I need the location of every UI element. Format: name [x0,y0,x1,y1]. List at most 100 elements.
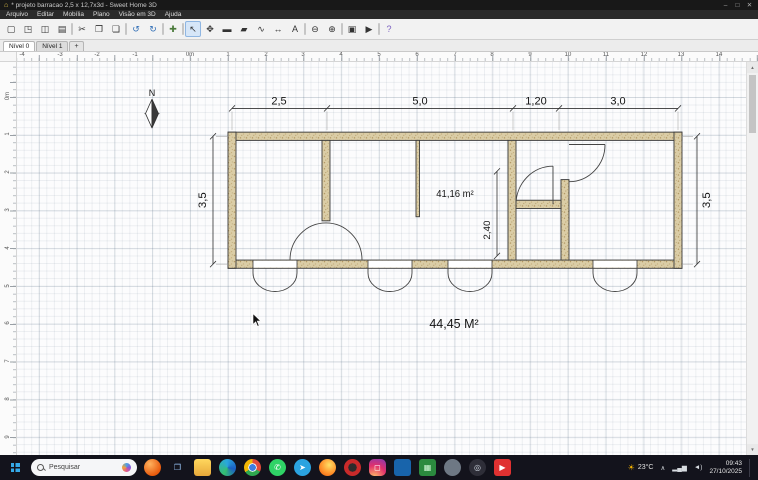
dimension-label-1-20: 1,20 [525,95,546,107]
dimension-label-left-3-5: 3,5 [197,192,209,208]
menu-ajuda[interactable]: Ajuda [165,11,182,18]
show-desktop-button[interactable] [749,459,752,477]
plan-canvas[interactable]: N [17,62,746,455]
taskbar-app-game[interactable] [144,459,161,476]
search-icon [37,464,45,472]
add-level-button[interactable]: + [69,41,83,51]
undo-button[interactable]: ↺ [128,21,144,37]
floor-plan[interactable]: N [17,62,746,455]
level-tab-0[interactable]: Nível 0 [3,41,35,51]
paste-button[interactable]: ❏ [108,21,124,37]
vertical-scroll-thumb[interactable] [749,75,756,133]
menu-visao-3d[interactable]: Visão em 3D [119,11,156,18]
taskbar-app-telegram[interactable]: ➤ [294,459,311,476]
open-button[interactable]: ◳ [20,21,36,37]
level-tab-1[interactable]: Nível 1 [36,41,68,51]
help-button[interactable]: ? [381,21,397,37]
dimension-lines[interactable] [210,105,700,267]
save-button[interactable]: ◫ [37,21,53,37]
taskbar-app-explorer[interactable] [194,459,211,476]
new-home-button[interactable]: ▢ [3,21,19,37]
taskbar-app-firefox[interactable] [319,459,336,476]
doors[interactable] [253,145,637,292]
taskbar-app-gray[interactable] [444,459,461,476]
dimension-label-2-40: 2,40 [482,221,493,240]
ruler-row: -4-3-2-10m1234567891011121314 [0,52,758,62]
vertical-scrollbar[interactable]: ▲ ▼ [746,62,758,455]
toolbar: ▢ ◳ ◫ ▤ ✂ ❐ ❏ ↺ ↻ [0,19,758,40]
mouse-cursor [253,314,261,327]
menu-plano[interactable]: Plano [93,11,110,18]
taskbar-app-blue[interactable] [394,459,411,476]
menu-mobilia[interactable]: Mobília [63,11,84,18]
dimension-label-5-0: 5,0 [412,95,427,107]
room-area-label: 41,16 m² [436,189,474,200]
taskbar-apps: ❒ ✆ ➤ ◻ ▦ ◎ [144,459,511,476]
taskbar-app-whatsapp[interactable]: ✆ [269,459,286,476]
clock-time: 09:43 [709,460,742,468]
taskbar-app-green[interactable]: ▦ [419,459,436,476]
taskbar-app-edge[interactable] [219,459,236,476]
close-button[interactable]: ✕ [745,1,754,9]
scroll-down-arrow[interactable]: ▼ [747,444,758,455]
ruler-corner [0,52,17,62]
menu-editar[interactable]: Editar [37,11,54,18]
window-title: * projeto barracao 2,5 x 12,7x3d - Sweet… [11,2,718,9]
taskbar-search[interactable]: Pesquisar [31,459,137,476]
horizontal-ruler: -4-3-2-10m1234567891011121314 [17,52,758,62]
toolbar-separator [162,23,164,35]
hidden-icons-chevron[interactable]: ∧ [660,464,665,472]
create-video-button[interactable]: ▶ [361,21,377,37]
scroll-up-arrow[interactable]: ▲ [747,62,758,73]
title-bar[interactable]: ⌂ * projeto barracao 2,5 x 12,7x3d - Swe… [0,0,758,10]
zoom-in-button[interactable]: ⊕ [324,21,340,37]
level-tabs: Nível 0 Nível 1 + [0,40,758,52]
print-button[interactable]: ▤ [54,21,70,37]
app-icon: ⌂ [4,2,8,9]
menu-arquivo[interactable]: Arquivo [6,11,28,18]
network-icon[interactable]: ▂▄▆ [672,464,687,472]
taskbar-app-red[interactable]: ▶ [494,459,511,476]
menu-bar: Arquivo Editar Mobília Plano Visão em 3D Ajud… [0,10,758,19]
taskbar-app-obs[interactable]: ◎ [469,459,486,476]
dimension-label-3-0: 3,0 [610,95,625,107]
create-walls-tool[interactable]: ▬ [219,21,235,37]
app-window: ⌂ * projeto barracao 2,5 x 12,7x3d - Swe… [0,0,758,467]
add-text-tool[interactable]: A [287,21,303,37]
walls[interactable] [228,132,682,268]
dimension-label-right-3-5: 3,5 [701,192,713,208]
select-tool[interactable]: ↖ [185,21,201,37]
pan-tool[interactable]: ✥ [202,21,218,37]
weather-widget[interactable]: ☀ 23°C [628,463,654,472]
add-furniture-button[interactable]: ✚ [165,21,181,37]
cut-button[interactable]: ✂ [74,21,90,37]
create-dimensions-tool[interactable]: ↔ [270,21,286,37]
toolbar-separator [125,23,127,35]
start-button[interactable] [6,459,24,477]
taskbar-app-opera[interactable] [344,459,361,476]
create-rooms-tool[interactable]: ▰ [236,21,252,37]
windows-logo-icon [11,463,20,472]
volume-icon[interactable]: ◄) [694,464,703,471]
taskbar-app-chrome[interactable] [244,459,261,476]
create-polylines-tool[interactable]: ∿ [253,21,269,37]
taskbar-app-instagram[interactable]: ◻ [369,459,386,476]
redo-button[interactable]: ↻ [145,21,161,37]
compass-n-label: N [149,88,155,98]
taskbar: Pesquisar ❒ ✆ ➤ ◻ [0,455,758,480]
plan-labels: 2,5 5,0 1,20 3,0 3,5 3,5 2,40 41,16 m² 4… [197,95,713,331]
dimension-label-2-5: 2,5 [271,95,286,107]
compass[interactable]: N [144,88,160,128]
toolbar-separator [378,23,380,35]
taskbar-clock[interactable]: 09:43 27/10/2025 [709,460,742,476]
minimize-button[interactable]: – [721,2,730,9]
search-placeholder: Pesquisar [49,464,118,471]
zoom-out-button[interactable]: ⊖ [307,21,323,37]
copy-button[interactable]: ❐ [91,21,107,37]
maximize-button[interactable]: □ [733,2,742,9]
desktop: ⌂ * projeto barracao 2,5 x 12,7x3d - Swe… [0,0,758,480]
total-area-label: 44,45 M² [429,317,478,331]
create-photo-button[interactable]: ▣ [344,21,360,37]
weather-icon: ☀ [628,463,635,472]
taskbar-app-taskview[interactable]: ❒ [169,459,186,476]
